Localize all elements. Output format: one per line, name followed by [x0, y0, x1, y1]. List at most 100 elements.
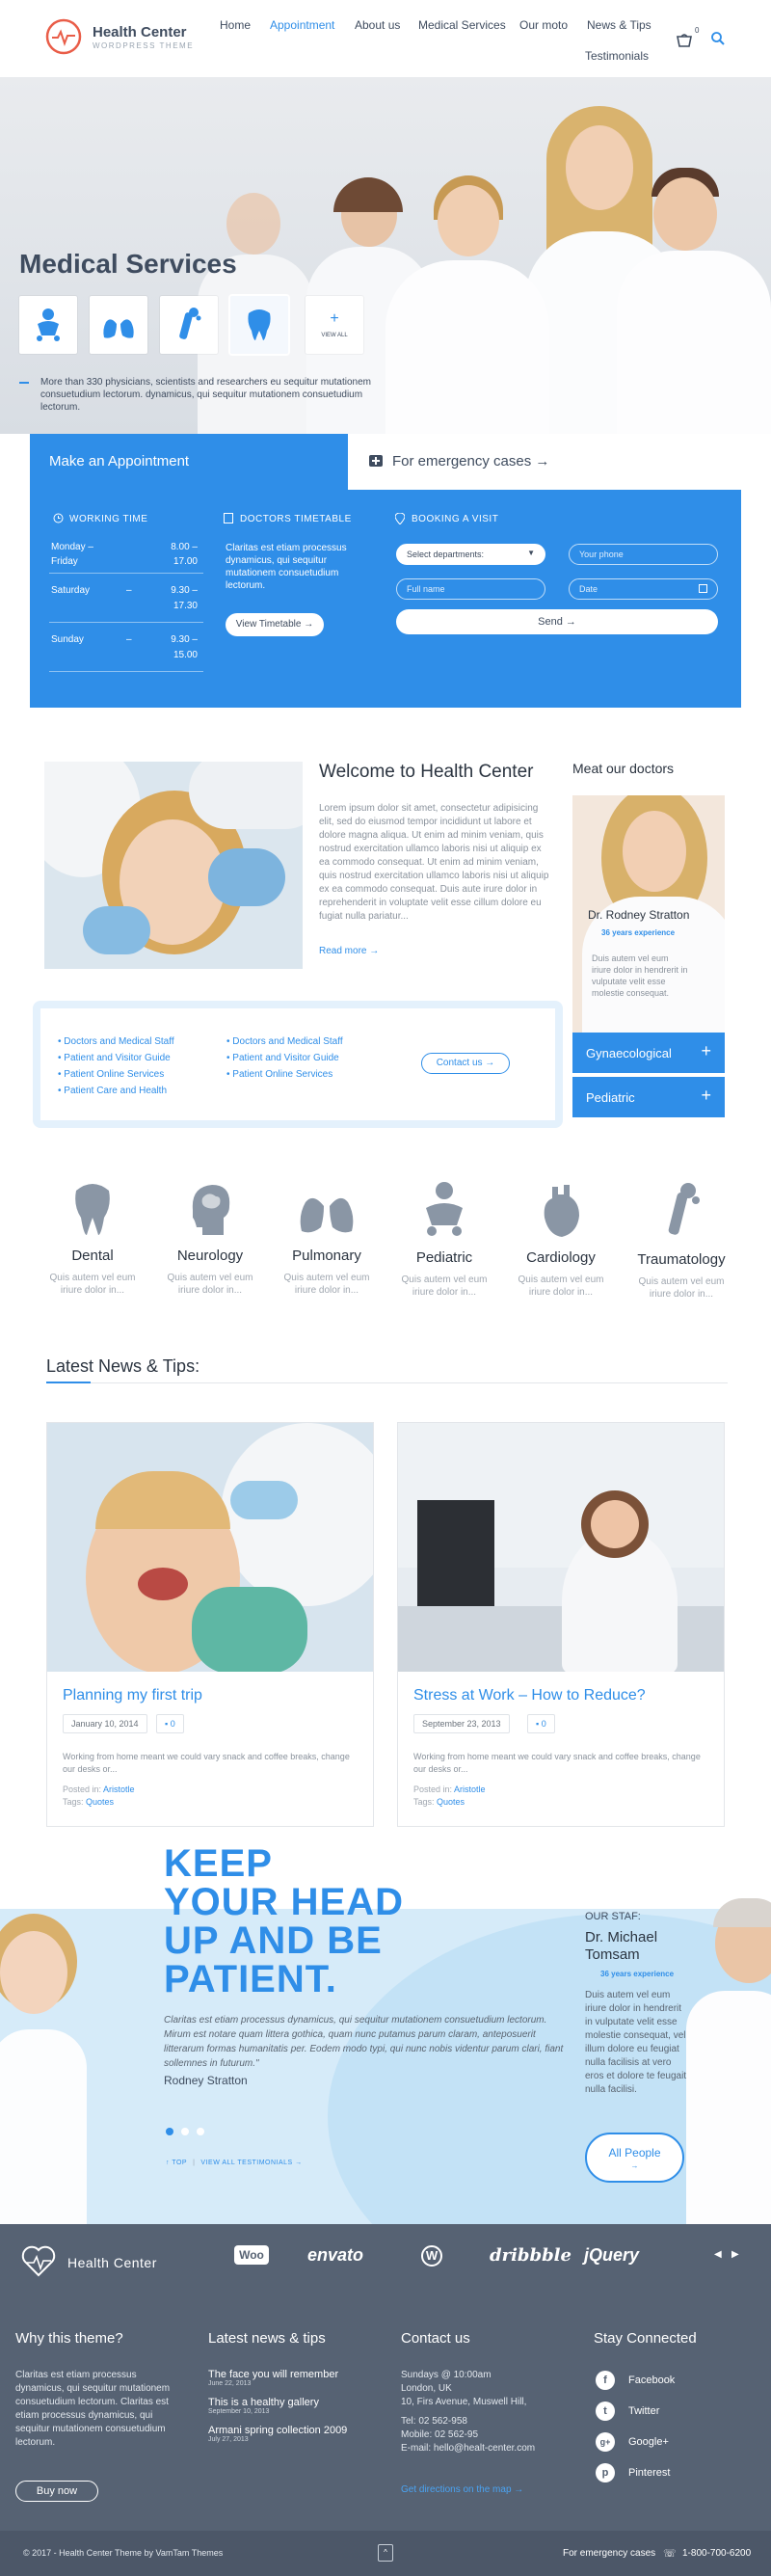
dept-name: Pediatric [415, 1249, 473, 1266]
slider-dot-active[interactable] [166, 2128, 173, 2135]
footer-news-title[interactable]: The face you will remember [208, 2369, 347, 2380]
nav-appointment[interactable]: Appointment [270, 18, 334, 32]
promo-headline-4: PATIENT. [164, 1958, 337, 2000]
news-title[interactable]: Stress at Work – How to Reduce? [413, 1687, 646, 1704]
doctor-card[interactable]: Dr. Rodney Stratton 36 years experience … [572, 795, 725, 1033]
heart-logo-icon[interactable] [44, 17, 83, 56]
partner-dribbble[interactable]: dribbble [490, 2245, 572, 2266]
dept-traumatology[interactable]: Traumatology Quis autem vel eum iriure d… [628, 1181, 734, 1301]
slider-dot[interactable] [181, 2128, 189, 2135]
social-facebook[interactable]: f Facebook [596, 2371, 675, 2390]
dept-pediatric[interactable]: Pediatric Quis autem vel eum iriure dolo… [391, 1181, 497, 1299]
all-people-button[interactable]: All People → [585, 2133, 684, 2183]
dept-cardiology[interactable]: Cardiology Quis autem vel eum iriure dol… [508, 1181, 614, 1299]
date-field[interactable]: Date [569, 578, 718, 600]
news-tags: Tags: Quotes [63, 1797, 115, 1807]
footer-phone[interactable]: 1-800-700-6200 [682, 2548, 751, 2559]
nav-testimonials[interactable]: Testimonials [585, 49, 649, 63]
news-comments[interactable]: ▪ 0 [527, 1714, 555, 1733]
news-author-link[interactable]: Aristotle [454, 1784, 486, 1794]
prev-arrow-icon[interactable]: ◀ [714, 2249, 722, 2260]
footer-news-title[interactable]: Armani spring collection 2009 [208, 2425, 347, 2436]
timetable-heading: DOCTORS TIMETABLE [240, 514, 352, 524]
make-appointment-tab[interactable]: Make an Appointment [30, 434, 348, 490]
social-googleplus[interactable]: g+ Google+ [596, 2432, 675, 2452]
copyright: © 2017 - Health Center Theme by VamTam T… [23, 2548, 224, 2558]
next-arrow-icon[interactable]: ▶ [731, 2249, 739, 2260]
spec-tile-dental[interactable] [228, 294, 290, 356]
link-item[interactable]: • Patient and Visitor Guide [58, 1050, 174, 1066]
testimonial-quote: Claritas est etiam processus dynamicus, … [164, 2015, 564, 2069]
view-all-testimonials-link[interactable]: VIEW ALL TESTIMONIALS → [200, 2160, 302, 2166]
social-pinterest[interactable]: p Pinterest [596, 2463, 675, 2482]
news-author-link[interactable]: Aristotle [103, 1784, 135, 1794]
emergency-tab[interactable]: For emergency cases → [348, 434, 741, 490]
dept-neurology[interactable]: Neurology Quis autem vel eum iriure dolo… [157, 1181, 263, 1297]
news-comments[interactable]: ▪ 0 [156, 1714, 184, 1733]
news-title[interactable]: Planning my first trip [63, 1687, 202, 1704]
wt-day: Saturday [51, 585, 91, 596]
child-figure [0, 1904, 93, 2224]
spec-tile-pulmonary[interactable] [90, 296, 147, 354]
wt-dash: – [126, 585, 132, 596]
nav-home[interactable]: Home [220, 18, 251, 32]
news-card[interactable]: Stress at Work – How to Reduce? Septembe… [397, 1422, 725, 1827]
nav-medical-services[interactable]: Medical Services [418, 18, 506, 32]
scroll-top-button[interactable]: ^ [378, 2544, 393, 2562]
pin-icon [394, 512, 406, 527]
dept-dental[interactable]: Dental Quis autem vel eum iriure dolor i… [40, 1181, 146, 1297]
contact-us-button[interactable]: Contact us → [421, 1053, 510, 1074]
partner-woo[interactable]: Woo [234, 2245, 269, 2265]
spec-tile-pediatric[interactable] [19, 296, 77, 354]
search-icon[interactable] [710, 31, 726, 49]
top-link[interactable]: TOP [172, 2160, 187, 2166]
accordion-pediatric[interactable]: Pediatric + [572, 1077, 725, 1117]
baby-icon [37, 309, 60, 341]
phone-field[interactable]: Your phone [569, 544, 718, 565]
cart-icon[interactable] [676, 33, 693, 51]
news-card[interactable]: Planning my first trip January 10, 2014 … [46, 1422, 374, 1827]
directions-link[interactable]: Get directions on the map → [401, 2484, 523, 2495]
slider-dot[interactable] [197, 2128, 204, 2135]
contact-line[interactable]: E-mail: hello@healt-center.com [401, 2442, 574, 2455]
staff-name-line1: Dr. Michael [585, 1929, 658, 1945]
site-footer: Health Center Woo envato W dribbble jQue… [0, 2224, 771, 2576]
dept-pulmonary[interactable]: Pulmonary Quis autem vel eum iriure dolo… [274, 1181, 380, 1297]
send-button[interactable]: Send → [396, 609, 718, 634]
dept-name: Traumatology [637, 1251, 726, 1268]
buy-now-button[interactable]: Buy now [15, 2481, 98, 2502]
link-item[interactable]: • Patient and Visitor Guide [226, 1050, 343, 1066]
contact-heading: Contact us [401, 2330, 470, 2347]
partner-jquery[interactable]: jQuery [584, 2245, 639, 2266]
full-name-field[interactable]: Full name [396, 578, 545, 600]
link-item[interactable]: • Patient Care and Health [58, 1083, 174, 1099]
footer-news-date: July 27, 2013 [208, 2436, 249, 2443]
social-twitter[interactable]: t Twitter [596, 2402, 675, 2421]
spec-tile-traumatology[interactable] [160, 296, 218, 354]
link-item[interactable]: • Doctors and Medical Staff [58, 1033, 174, 1050]
accordion-gynaecological[interactable]: Gynaecological + [572, 1033, 725, 1073]
view-timetable-button[interactable]: View Timetable → [226, 613, 324, 636]
nav-our-moto[interactable]: Our moto [519, 18, 568, 32]
news-image [398, 1423, 724, 1672]
partner-wordpress[interactable]: W [421, 2245, 442, 2267]
working-time-table: Monday – 8.00 – Friday 17.00 Saturday – … [49, 540, 203, 672]
news-tag-link[interactable]: Quotes [437, 1797, 465, 1807]
nav-news-tips[interactable]: News & Tips [587, 18, 651, 32]
footer-news-title[interactable]: This is a healthy gallery [208, 2397, 347, 2408]
footer-logo-title[interactable]: Health Center [67, 2255, 157, 2270]
nav-about-us[interactable]: About us [355, 18, 400, 32]
read-more-link[interactable]: Read more → [319, 946, 379, 956]
wt-time: 9.30 – [171, 585, 198, 596]
all-people-label: All People [608, 2146, 661, 2160]
heart-logo-icon[interactable] [19, 2243, 58, 2281]
view-all-tile[interactable]: + VIEW ALL [306, 296, 363, 354]
department-select[interactable]: Select departments: ▼ [396, 544, 545, 565]
wt-dash: – [126, 634, 132, 645]
link-item[interactable]: • Doctors and Medical Staff [226, 1033, 343, 1050]
logo-title[interactable]: Health Center [93, 24, 187, 40]
news-tag-link[interactable]: Quotes [86, 1797, 114, 1807]
link-item[interactable]: • Patient Online Services [226, 1066, 343, 1083]
link-item[interactable]: • Patient Online Services [58, 1066, 174, 1083]
partner-envato[interactable]: envato [307, 2245, 363, 2266]
